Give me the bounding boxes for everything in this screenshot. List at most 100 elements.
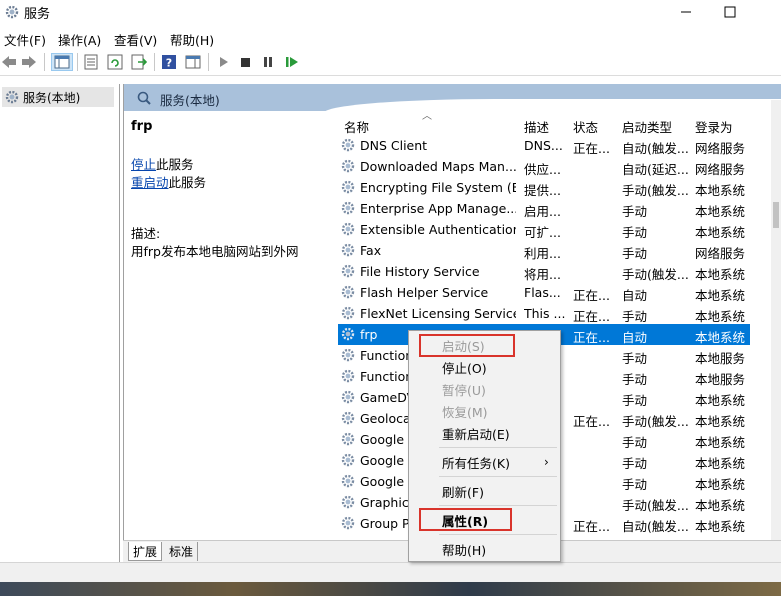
- service-row[interactable]: Flash Helper Service Flas... 正在... 自动 本地系统: [338, 282, 750, 303]
- service-log-on-as: 本地系统: [695, 204, 746, 219]
- menu-bar: 文件(F) 操作(A) 查看(V) 帮助(H): [0, 26, 781, 48]
- tab-standard[interactable]: 标准: [165, 542, 199, 561]
- service-description: This ...: [524, 306, 566, 321]
- restart-service-link[interactable]: 重启动: [131, 175, 169, 190]
- service-startup-type: 自动(触发...: [622, 141, 689, 156]
- tab-extended[interactable]: 扩展: [128, 542, 163, 561]
- column-header-startup-type[interactable]: 启动类型: [622, 117, 672, 136]
- service-description: 利用...: [524, 246, 561, 261]
- start-service-button[interactable]: [214, 53, 232, 71]
- menu-item-stop[interactable]: 停止(O): [442, 358, 487, 377]
- service-startup-type: 手动: [622, 309, 648, 324]
- service-startup-type: 手动(触发...: [622, 183, 689, 198]
- show-hide-action-pane-button[interactable]: [184, 53, 202, 71]
- service-log-on-as: 本地系统: [695, 225, 746, 240]
- service-log-on-as: 本地系统: [695, 393, 746, 408]
- menu-item-refresh[interactable]: 刷新(F): [442, 482, 484, 501]
- export-icon: [131, 54, 147, 70]
- menu-item-restart[interactable]: 重新启动(E): [442, 424, 510, 443]
- forward-button[interactable]: [20, 53, 38, 71]
- show-hide-console-tree-button[interactable]: [51, 53, 73, 71]
- restart-service-button[interactable]: [283, 53, 301, 71]
- column-header-name[interactable]: 名称: [344, 117, 369, 136]
- export-list-button[interactable]: [130, 53, 148, 71]
- menu-item-resume[interactable]: 恢复(M): [442, 402, 488, 421]
- svg-text:?: ?: [166, 57, 172, 70]
- tree-item-label: 服务(本地): [23, 90, 81, 105]
- service-startup-type: 自动(延迟...: [622, 162, 689, 177]
- service-log-on-as: 本地系统: [695, 435, 746, 450]
- service-row[interactable]: Fax 利用... 手动 网络服务: [338, 240, 750, 261]
- service-gear-icon: [341, 390, 355, 404]
- help-toolbar-button[interactable]: ?: [160, 53, 178, 71]
- column-header-status[interactable]: 状态: [573, 117, 598, 136]
- help-icon: ?: [162, 55, 176, 70]
- description-text: 用frp发布本地电脑网站到外网: [131, 244, 299, 259]
- service-description: 提供...: [524, 183, 561, 198]
- minimize-icon: [681, 11, 691, 13]
- column-header-log-on-as[interactable]: 登录为: [695, 117, 733, 136]
- properties-toolbar-button[interactable]: [82, 53, 100, 71]
- service-startup-type: 手动: [622, 204, 648, 219]
- console-tree-icon: [54, 55, 70, 69]
- service-row[interactable]: DNS Client DNS... 正在... 自动(触发... 网络服务: [338, 135, 750, 156]
- menu-item-pause[interactable]: 暂停(U): [442, 380, 486, 399]
- service-startup-type: 手动(触发...: [622, 414, 689, 429]
- service-name: Fax: [360, 243, 382, 258]
- service-startup-type: 手动: [622, 246, 648, 261]
- stop-service-button[interactable]: [236, 53, 254, 71]
- service-row[interactable]: Downloaded Maps Man... 供应... 自动(延迟... 网络服务: [338, 156, 750, 177]
- sort-ascending-icon: ︿: [422, 111, 432, 122]
- toolbar-separator: [44, 53, 45, 71]
- service-log-on-as: 网络服务: [695, 246, 746, 261]
- description-label: 描述:: [131, 226, 161, 241]
- scrollbar-thumb[interactable]: [773, 202, 779, 228]
- service-row[interactable]: Encrypting File System (E... 提供... 手动(触发..…: [338, 177, 750, 198]
- back-button[interactable]: [0, 53, 18, 71]
- submenu-arrow-icon: ›: [544, 455, 549, 469]
- service-log-on-as: 本地系统: [695, 456, 746, 471]
- menu-separator: [439, 476, 557, 477]
- pane-header: 服务(本地): [124, 84, 781, 113]
- refresh-toolbar-button[interactable]: [106, 53, 124, 71]
- properties-highlight-box: [419, 508, 512, 531]
- column-header-description[interactable]: 描述: [524, 117, 549, 136]
- service-startup-type: 手动: [622, 225, 648, 240]
- pause-service-button[interactable]: [259, 53, 277, 71]
- tree-item-services-local[interactable]: 服务(本地): [2, 87, 114, 107]
- menu-view[interactable]: 查看(V): [114, 30, 157, 49]
- service-log-on-as: 本地系统: [695, 183, 746, 198]
- title-bar: 服务: [0, 0, 781, 26]
- stop-service-link[interactable]: 停止: [131, 157, 156, 172]
- maximize-button[interactable]: [707, 0, 753, 24]
- service-row[interactable]: Enterprise App Manage... 启用... 手动 本地系统: [338, 198, 750, 219]
- start-highlight-box: [419, 334, 515, 357]
- service-startup-type: 自动: [622, 288, 648, 303]
- service-name: Enterprise App Manage...: [360, 201, 516, 216]
- service-row[interactable]: File History Service 将用... 手动(触发... 本地系统: [338, 261, 750, 282]
- service-row[interactable]: FlexNet Licensing Service This ... 正在... 手动…: [338, 303, 750, 324]
- menu-separator: [439, 505, 557, 506]
- minimize-button[interactable]: [663, 0, 709, 24]
- maximize-icon: [724, 6, 736, 18]
- menu-item-all-tasks[interactable]: 所有任务(K): [442, 453, 510, 472]
- service-log-on-as: 本地系统: [695, 330, 746, 345]
- search-gear-icon: [137, 91, 151, 105]
- service-gear-icon: [341, 474, 355, 488]
- service-startup-type: 手动: [622, 372, 648, 387]
- menu-item-help[interactable]: 帮助(H): [442, 540, 486, 559]
- service-status: 正在...: [573, 288, 610, 303]
- status-bar: [0, 562, 781, 582]
- service-startup-type: 自动: [622, 330, 648, 345]
- service-status: 正在...: [573, 330, 610, 345]
- service-log-on-as: 网络服务: [695, 141, 746, 156]
- menu-help[interactable]: 帮助(H): [170, 30, 214, 49]
- vertical-scrollbar[interactable]: [771, 100, 781, 540]
- menu-file[interactable]: 文件(F): [4, 30, 46, 49]
- service-status: 正在...: [573, 414, 610, 429]
- service-startup-type: 手动(触发...: [622, 498, 689, 513]
- toolbar-separator: [77, 53, 78, 71]
- menu-action[interactable]: 操作(A): [58, 30, 101, 49]
- desktop-taskbar-strip: [0, 582, 781, 596]
- service-row[interactable]: Extensible Authentication... 可扩... 手动 本地系统: [338, 219, 750, 240]
